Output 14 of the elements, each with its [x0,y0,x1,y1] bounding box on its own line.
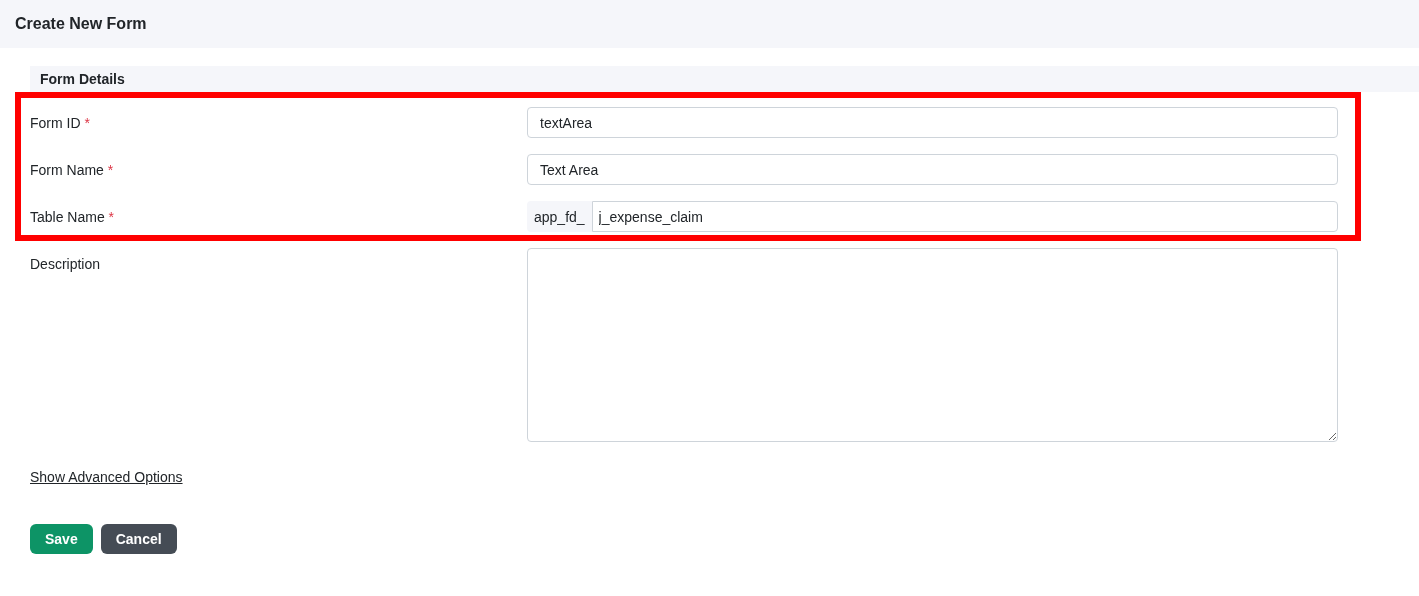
text-field[interactable]: Text Area [527,154,1338,185]
textarea-field[interactable] [527,248,1338,442]
text-field[interactable]: textArea [527,107,1338,138]
save-button[interactable]: Save [30,524,93,554]
advanced-options-link[interactable]: Show Advanced Options [30,469,183,485]
field-label: Description [30,255,101,274]
cancel-button[interactable]: Cancel [100,524,177,554]
text-field[interactable]: j_expense_claim [591,201,1338,232]
field-label: Form ID * [30,114,90,133]
field-label: Form Name * [30,161,114,180]
prefix-label: app_fd_ [527,201,592,232]
page-title: Create New Form [15,15,147,33]
section-title: Form Details [40,71,125,87]
field-label: Table Name * [30,208,115,227]
